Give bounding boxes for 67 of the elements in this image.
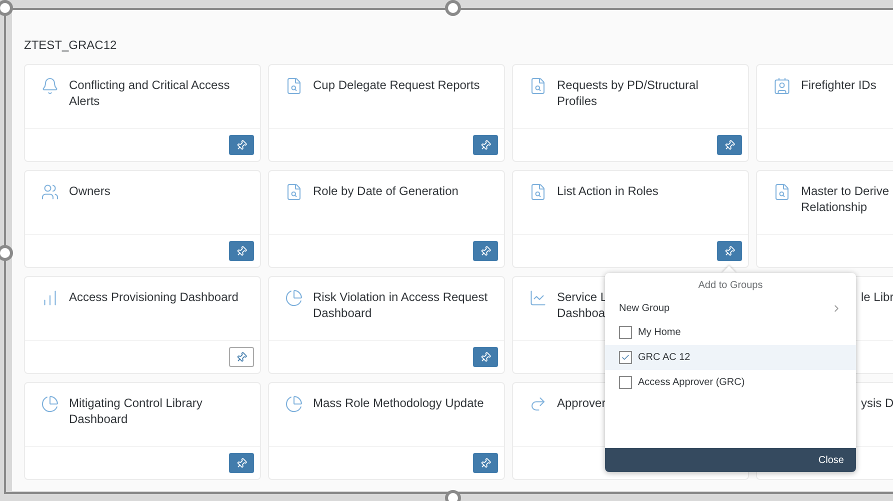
- pin-button[interactable]: [473, 453, 498, 473]
- tile-title: ysis D: [860, 395, 893, 411]
- tile-title: Requests by PD/Structural Profiles: [557, 77, 698, 109]
- pin-button[interactable]: [473, 135, 498, 155]
- tile-card[interactable]: Cup Delegate Request Reports: [268, 64, 505, 162]
- tile-card[interactable]: Risk Violation in Access Request Dashboard: [268, 276, 505, 374]
- pie-chart-icon: [285, 289, 303, 307]
- tile-title: Cup Delegate Request Reports: [313, 77, 480, 93]
- close-button[interactable]: Close: [816, 452, 846, 468]
- tile-title: Mitigating Control Library Dashboard: [69, 395, 202, 427]
- contact-card-icon: [773, 77, 791, 95]
- group-label: My Home: [638, 327, 681, 338]
- tile-title: Risk Violation in Access Request Dashboard: [313, 289, 488, 321]
- check-icon: [621, 353, 630, 362]
- pin-button[interactable]: [229, 347, 254, 367]
- tile-card[interactable]: Requests by PD/Structural Profiles: [512, 64, 749, 162]
- bar-chart-icon: [41, 289, 59, 307]
- tile-card[interactable]: Owners: [24, 170, 261, 268]
- checkbox[interactable]: [619, 376, 632, 389]
- group-option[interactable]: My Home: [605, 320, 856, 345]
- document-search-icon: [773, 183, 791, 201]
- group-title: ZTEST_GRAC12: [24, 38, 118, 52]
- tile-title: Approver: [557, 395, 606, 411]
- pie-chart-icon: [285, 395, 303, 413]
- bell-icon: [41, 77, 59, 95]
- document-search-icon: [285, 77, 303, 95]
- tile-card[interactable]: Firefighter IDs: [756, 64, 893, 162]
- curved-arrow-icon: [529, 395, 547, 413]
- pin-button[interactable]: [717, 241, 742, 261]
- document-search-icon: [529, 77, 547, 95]
- pin-button[interactable]: [229, 453, 254, 473]
- tile-card[interactable]: List Action in Roles: [512, 170, 749, 268]
- pin-button[interactable]: [229, 241, 254, 261]
- checkbox[interactable]: [619, 351, 632, 364]
- people-icon: [41, 183, 59, 201]
- tile-title: Access Provisioning Dashboard: [69, 289, 238, 305]
- group-option[interactable]: GRC AC 12: [605, 345, 856, 370]
- popover-title: Add to Groups: [697, 279, 764, 293]
- tile-card[interactable]: Mitigating Control Library Dashboard: [24, 382, 261, 480]
- group-label: Access Approver (GRC): [638, 377, 745, 388]
- group-label: GRC AC 12: [638, 352, 690, 363]
- pie-chart-icon: [41, 395, 59, 413]
- tile-card[interactable]: Mass Role Methodology Update: [268, 382, 505, 480]
- resize-handle[interactable]: [0, 245, 13, 261]
- document-search-icon: [285, 183, 303, 201]
- pin-button[interactable]: [473, 347, 498, 367]
- tile-title: Role by Date of Generation: [313, 183, 458, 199]
- resize-handle[interactable]: [0, 0, 13, 16]
- tile-title: Firefighter IDs: [801, 77, 876, 93]
- line-chart-icon: [529, 289, 547, 307]
- pin-button[interactable]: [473, 241, 498, 261]
- tile-title: Owners: [69, 183, 110, 199]
- tile-title: List Action in Roles: [557, 183, 658, 199]
- group-option[interactable]: Access Approver (GRC): [605, 370, 856, 395]
- new-group-item[interactable]: New Group: [605, 297, 856, 320]
- pin-button[interactable]: [229, 135, 254, 155]
- tile-card[interactable]: Access Provisioning Dashboard: [24, 276, 261, 374]
- tile-card[interactable]: Conflicting and Critical Access Alerts: [24, 64, 261, 162]
- tile-card[interactable]: Master to Derive Relationship: [756, 170, 893, 268]
- document-search-icon: [529, 183, 547, 201]
- tile-title: Master to Derive Relationship: [801, 183, 890, 215]
- pin-button[interactable]: [717, 135, 742, 155]
- checkbox[interactable]: [619, 326, 632, 339]
- tile-title: Mass Role Methodology Update: [313, 395, 484, 411]
- tile-title: Conflicting and Critical Access Alerts: [69, 77, 230, 109]
- resize-handle[interactable]: [445, 0, 461, 16]
- tile-card[interactable]: Role by Date of Generation: [268, 170, 505, 268]
